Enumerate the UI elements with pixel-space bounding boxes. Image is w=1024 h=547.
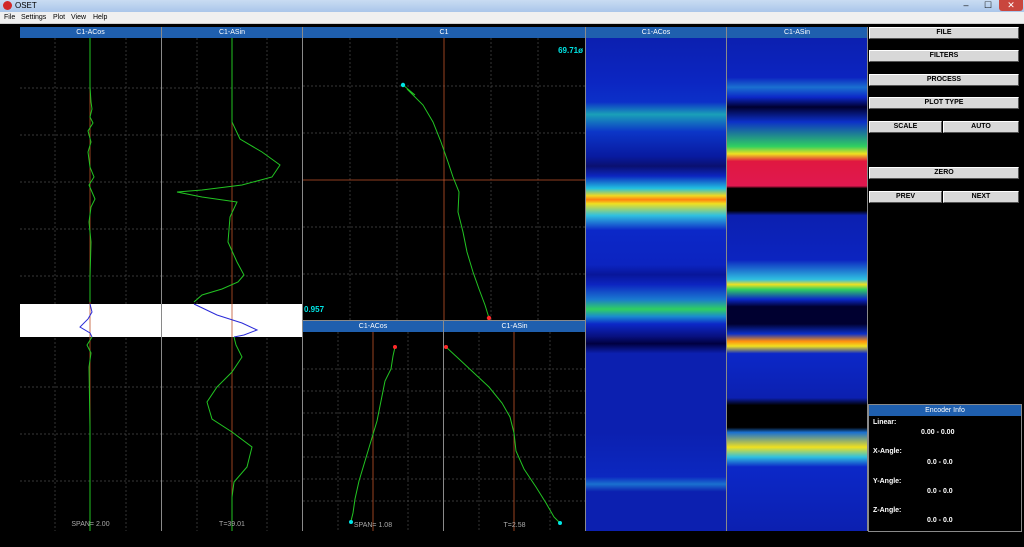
app-icon xyxy=(3,1,12,10)
amplitude-readout: 0.957 xyxy=(304,305,325,314)
window-title: OSET xyxy=(15,1,37,10)
strip-chart-acos[interactable]: C1-ACos SPAN= 2.00 xyxy=(20,27,161,531)
zoom-acos-span: SPAN= 1.08 xyxy=(353,522,393,529)
minimize-button[interactable]: – xyxy=(955,0,977,11)
cscan-map-acos[interactable]: C1-ACos xyxy=(586,27,726,531)
menu-view[interactable]: View xyxy=(71,12,86,23)
prev-button[interactable]: PREV xyxy=(869,191,942,203)
close-button[interactable]: ✕ xyxy=(999,0,1023,11)
strip-acos-span: SPAN= 2.00 xyxy=(71,521,110,528)
y-angle-value: 0.0 - 0.0 xyxy=(927,488,953,495)
plot-type-button[interactable]: PLOT TYPE xyxy=(869,97,1019,109)
z-angle-label: Z-Angle: xyxy=(873,507,902,514)
scale-button[interactable]: SCALE xyxy=(869,121,942,133)
title-bar: OSET – ☐ ✕ xyxy=(0,0,1024,12)
x-angle-label: X-Angle: xyxy=(873,448,902,455)
phase-angle-readout: 69.71ø xyxy=(558,46,583,55)
zoom-acos-plot xyxy=(303,332,443,531)
encoder-info-panel: Encoder Info Linear: 0.00 - 0.00 X-Angle… xyxy=(868,404,1022,532)
lissajous-canvas xyxy=(303,38,585,320)
menu-settings[interactable]: Settings xyxy=(21,12,46,23)
zoom-chart-asin[interactable]: C1-ASin T=2.58 xyxy=(444,321,585,531)
strip-asin-time: T=39.01 xyxy=(219,521,245,528)
linear-value: 0.00 - 0.00 xyxy=(921,429,955,436)
menu-file[interactable]: File xyxy=(4,12,15,23)
strip-acos-plot xyxy=(20,38,161,531)
linear-label: Linear: xyxy=(873,419,897,426)
menu-help[interactable]: Help xyxy=(93,12,107,23)
encoder-info-title: Encoder Info xyxy=(869,405,1021,416)
next-button[interactable]: NEXT xyxy=(943,191,1019,203)
lissajous-plot[interactable]: C1 69.71ø 0.957 xyxy=(303,27,585,320)
menu-bar: File Settings Plot View Help xyxy=(0,12,1024,24)
z-angle-value: 0.0 - 0.0 xyxy=(927,517,953,524)
maximize-button[interactable]: ☐ xyxy=(977,0,999,11)
map-acos-image xyxy=(586,38,726,531)
zoom-chart-acos[interactable]: C1-ACos SPAN= 1.08 xyxy=(303,321,443,531)
map-asin-image xyxy=(727,38,867,531)
filters-button[interactable]: FILTERS xyxy=(869,50,1019,62)
zoom-asin-plot xyxy=(444,332,585,531)
strip-chart-asin[interactable]: C1-ASin T=39.01 xyxy=(162,27,302,531)
x-angle-value: 0.0 - 0.0 xyxy=(927,459,953,466)
strip-asin-plot xyxy=(162,38,302,531)
auto-button[interactable]: AUTO xyxy=(943,121,1019,133)
process-button[interactable]: PROCESS xyxy=(869,74,1019,86)
cscan-map-asin[interactable]: C1-ASin xyxy=(727,27,867,531)
menu-plot[interactable]: Plot xyxy=(53,12,65,23)
zero-button[interactable]: ZERO xyxy=(869,167,1019,179)
file-button[interactable]: FILE xyxy=(869,27,1019,39)
y-angle-label: Y-Angle: xyxy=(873,478,902,485)
zoom-asin-time: T=2.58 xyxy=(503,522,526,529)
